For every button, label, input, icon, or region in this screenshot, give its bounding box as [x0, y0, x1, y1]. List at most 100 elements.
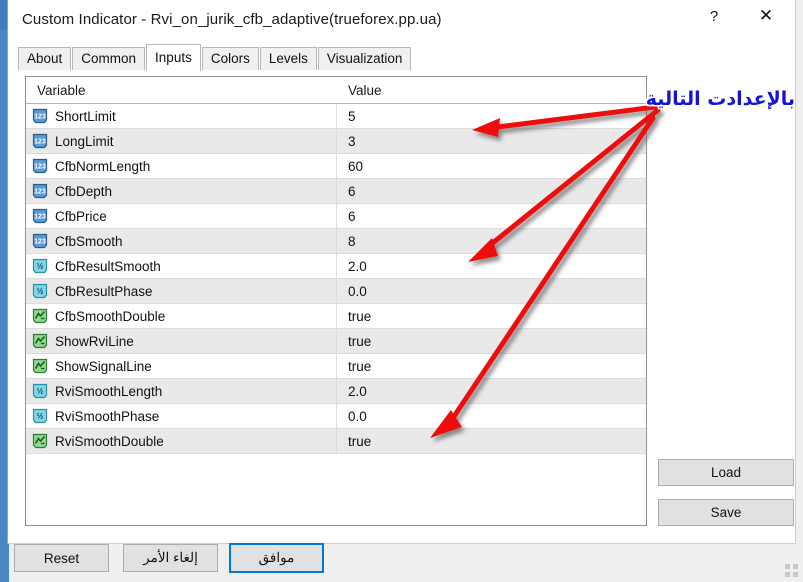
table-row[interactable]: ½ RviSmoothLength 2.0: [26, 379, 646, 404]
table-row[interactable]: ShowRviLine true: [26, 329, 646, 354]
tab-colors[interactable]: Colors: [201, 47, 259, 70]
double-half-icon: ½: [32, 258, 48, 274]
column-header-value: Value: [348, 82, 382, 98]
resize-grip-icon[interactable]: [785, 564, 798, 577]
svg-text:½: ½: [37, 287, 44, 296]
variable-name-label: ShowRviLine: [55, 333, 134, 349]
cell-value[interactable]: 6: [337, 204, 646, 228]
table-body: 123 ShortLimit 5 123 LongLimit 3 123 CfbNormLen…: [26, 104, 646, 454]
variable-name-label: LongLimit: [55, 133, 114, 149]
variable-name-label: CfbDepth: [55, 183, 113, 199]
table-row[interactable]: ½ CfbResultPhase 0.0: [26, 279, 646, 304]
custom-indicator-dialog: Custom Indicator - Rvi_on_jurik_cfb_adap…: [7, 0, 796, 544]
cell-value[interactable]: 2.0: [337, 379, 646, 403]
cell-value[interactable]: true: [337, 304, 646, 328]
cell-variable: ShowRviLine: [26, 329, 337, 353]
cancel-button[interactable]: إلغاء الأمر: [123, 544, 218, 572]
svg-text:123: 123: [34, 239, 46, 246]
variable-name-label: ShortLimit: [55, 108, 116, 124]
int-123-icon: 123: [32, 133, 48, 149]
cell-variable: 123 LongLimit: [26, 129, 337, 153]
table-row[interactable]: RviSmoothDouble true: [26, 429, 646, 454]
ok-button[interactable]: موافق: [229, 543, 324, 573]
screen: Custom Indicator - Rvi_on_jurik_cfb_adap…: [0, 0, 803, 582]
svg-text:123: 123: [34, 164, 46, 171]
bool-chart-icon: [32, 433, 48, 449]
variable-name-label: CfbResultSmooth: [55, 258, 161, 274]
cell-value[interactable]: 0.0: [337, 279, 646, 303]
svg-text:123: 123: [34, 189, 46, 196]
svg-text:123: 123: [34, 114, 46, 121]
window-title: Custom Indicator - Rvi_on_jurik_cfb_adap…: [22, 11, 442, 28]
table-row[interactable]: CfbSmoothDouble true: [26, 304, 646, 329]
cell-value[interactable]: 3: [337, 129, 646, 153]
table-row[interactable]: 123 CfbNormLength 60: [26, 154, 646, 179]
cell-value[interactable]: 0.0: [337, 404, 646, 428]
cell-variable: 123 CfbPrice: [26, 204, 337, 228]
table-row[interactable]: ½ RviSmoothPhase 0.0: [26, 404, 646, 429]
double-half-icon: ½: [32, 283, 48, 299]
int-123-icon: 123: [32, 183, 48, 199]
cell-variable: RviSmoothDouble: [26, 429, 337, 453]
help-button[interactable]: ?: [691, 0, 737, 32]
variable-name-label: CfbSmoothDouble: [55, 308, 166, 324]
save-button[interactable]: Save: [658, 499, 794, 526]
cell-value[interactable]: true: [337, 429, 646, 453]
cell-variable: 123 CfbNormLength: [26, 154, 337, 178]
cell-variable: ½ CfbResultSmooth: [26, 254, 337, 278]
tab-inputs[interactable]: Inputs: [146, 44, 201, 71]
table-row[interactable]: 123 ShortLimit 5: [26, 104, 646, 129]
double-half-icon: ½: [32, 408, 48, 424]
svg-text:½: ½: [37, 262, 44, 271]
variable-name-label: CfbNormLength: [55, 158, 151, 174]
column-header-variable: Variable: [37, 82, 86, 98]
cell-variable: 123 ShortLimit: [26, 104, 337, 128]
bool-chart-icon: [32, 358, 48, 374]
cell-variable: 123 CfbSmooth: [26, 229, 337, 253]
load-button[interactable]: Load: [658, 459, 794, 486]
int-123-icon: 123: [32, 108, 48, 124]
tab-common[interactable]: Common: [72, 47, 146, 70]
cell-variable: ½ RviSmoothPhase: [26, 404, 337, 428]
cell-value[interactable]: true: [337, 354, 646, 378]
table-row[interactable]: ½ CfbResultSmooth 2.0: [26, 254, 646, 279]
cell-value[interactable]: 2.0: [337, 254, 646, 278]
table-row[interactable]: 123 CfbDepth 6: [26, 179, 646, 204]
close-button[interactable]: ✕: [743, 0, 789, 32]
cell-variable: CfbSmoothDouble: [26, 304, 337, 328]
bool-chart-icon: [32, 333, 48, 349]
table-header-row: Variable Value: [26, 77, 646, 104]
tab-bar: About Common Inputs Colors Levels Visual…: [18, 44, 412, 71]
variable-name-label: CfbSmooth: [55, 233, 123, 249]
svg-text:123: 123: [34, 139, 46, 146]
int-123-icon: 123: [32, 158, 48, 174]
table-row[interactable]: 123 CfbSmooth 8: [26, 229, 646, 254]
table-row[interactable]: 123 CfbPrice 6: [26, 204, 646, 229]
cell-variable: ½ CfbResultPhase: [26, 279, 337, 303]
variable-name-label: RviSmoothLength: [55, 383, 163, 399]
tab-about[interactable]: About: [18, 47, 72, 70]
cell-value[interactable]: 60: [337, 154, 646, 178]
int-123-icon: 123: [32, 208, 48, 224]
reset-button[interactable]: Reset: [14, 544, 109, 572]
tab-levels[interactable]: Levels: [259, 47, 317, 70]
double-half-icon: ½: [32, 383, 48, 399]
title-bar: Custom Indicator - Rvi_on_jurik_cfb_adap…: [8, 0, 795, 40]
variable-name-label: RviSmoothDouble: [55, 433, 164, 449]
cell-value[interactable]: 6: [337, 179, 646, 203]
cell-value[interactable]: 5: [337, 104, 646, 128]
variable-name-label: CfbPrice: [55, 208, 107, 224]
table-row[interactable]: 123 LongLimit 3: [26, 129, 646, 154]
svg-text:½: ½: [37, 412, 44, 421]
variable-name-label: RviSmoothPhase: [55, 408, 160, 424]
variable-name-label: ShowSignalLine: [55, 358, 152, 374]
tab-visualization[interactable]: Visualization: [317, 47, 412, 70]
cell-value[interactable]: true: [337, 329, 646, 353]
cell-variable: ShowSignalLine: [26, 354, 337, 378]
svg-text:½: ½: [37, 387, 44, 396]
svg-text:123: 123: [34, 214, 46, 221]
inputs-table[interactable]: Variable Value 123 ShortLimit 5 123 LongLimi…: [25, 76, 647, 526]
table-row[interactable]: ShowSignalLine true: [26, 354, 646, 379]
arabic-annotation-text: بالإعدادت التالية: [645, 88, 795, 110]
cell-value[interactable]: 8: [337, 229, 646, 253]
